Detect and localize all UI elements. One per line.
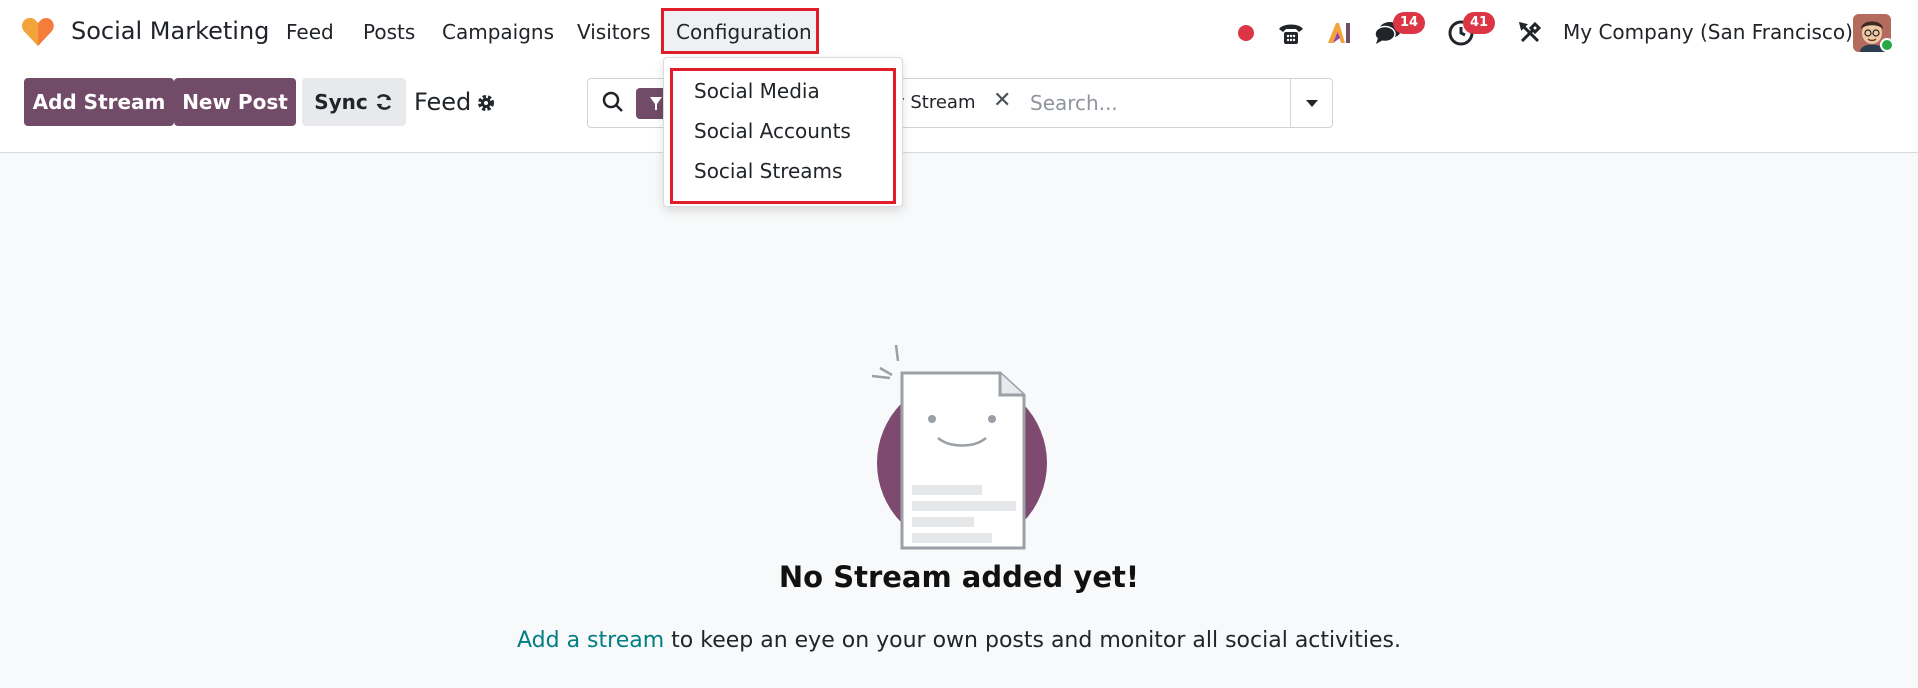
top-navbar: Social Marketing Feed Posts Campaigns Vi… [0, 0, 1918, 66]
new-post-label: New Post [182, 90, 288, 114]
phone-icon[interactable] [1276, 18, 1306, 48]
add-stream-label: Add Stream [32, 90, 166, 114]
ai-icon[interactable] [1325, 18, 1353, 48]
search-icon[interactable] [602, 91, 624, 117]
breadcrumb-feed: Feed [414, 88, 472, 116]
sync-button[interactable]: Sync [302, 78, 406, 126]
online-status-indicator [1880, 38, 1894, 52]
refresh-icon [376, 94, 391, 110]
menu-visitors[interactable]: Visitors [577, 20, 651, 44]
app-logo-icon[interactable] [20, 14, 56, 50]
dropdown-item-social-streams[interactable]: Social Streams [694, 159, 842, 183]
facet-label: y Stream [894, 92, 976, 113]
new-post-button[interactable]: New Post [174, 78, 296, 126]
recording-icon[interactable] [1236, 18, 1256, 48]
gear-icon[interactable] [476, 93, 496, 118]
menu-campaigns[interactable]: Campaigns [442, 20, 554, 44]
menu-configuration-label: Configuration [676, 20, 812, 44]
empty-state-description: to keep an eye on your own posts and mon… [664, 628, 1401, 653]
caret-down-icon [1306, 100, 1318, 107]
app-name[interactable]: Social Marketing [71, 17, 269, 45]
company-switcher[interactable]: My Company (San Francisco) [1563, 20, 1853, 44]
search-input[interactable] [1030, 89, 1270, 117]
activities-badge: 41 [1463, 12, 1496, 34]
facet-remove-icon[interactable]: ✕ [993, 88, 1011, 113]
add-stream-button[interactable]: Add Stream [24, 78, 174, 126]
search-options-toggle[interactable] [1290, 79, 1333, 127]
configuration-dropdown: Social Media Social Accounts Social Stre… [663, 57, 903, 207]
sync-label: Sync [314, 90, 368, 114]
debug-tools-icon[interactable] [1517, 18, 1543, 48]
control-panel: Add Stream New Post Sync Feed y Stream ✕… [0, 66, 1918, 153]
empty-state-title: No Stream added yet! [778, 560, 1140, 594]
dropdown-item-social-accounts[interactable]: Social Accounts [694, 119, 851, 143]
menu-feed[interactable]: Feed [286, 20, 334, 44]
empty-state-text: Add a stream to keep an eye on your own … [0, 628, 1918, 653]
messages-badge: 14 [1393, 12, 1426, 34]
empty-document-illustration [871, 344, 1047, 550]
menu-configuration[interactable]: Configuration [661, 8, 819, 54]
menu-posts[interactable]: Posts [363, 20, 415, 44]
add-stream-link[interactable]: Add a stream [517, 628, 664, 653]
dropdown-item-social-media[interactable]: Social Media [694, 79, 820, 103]
